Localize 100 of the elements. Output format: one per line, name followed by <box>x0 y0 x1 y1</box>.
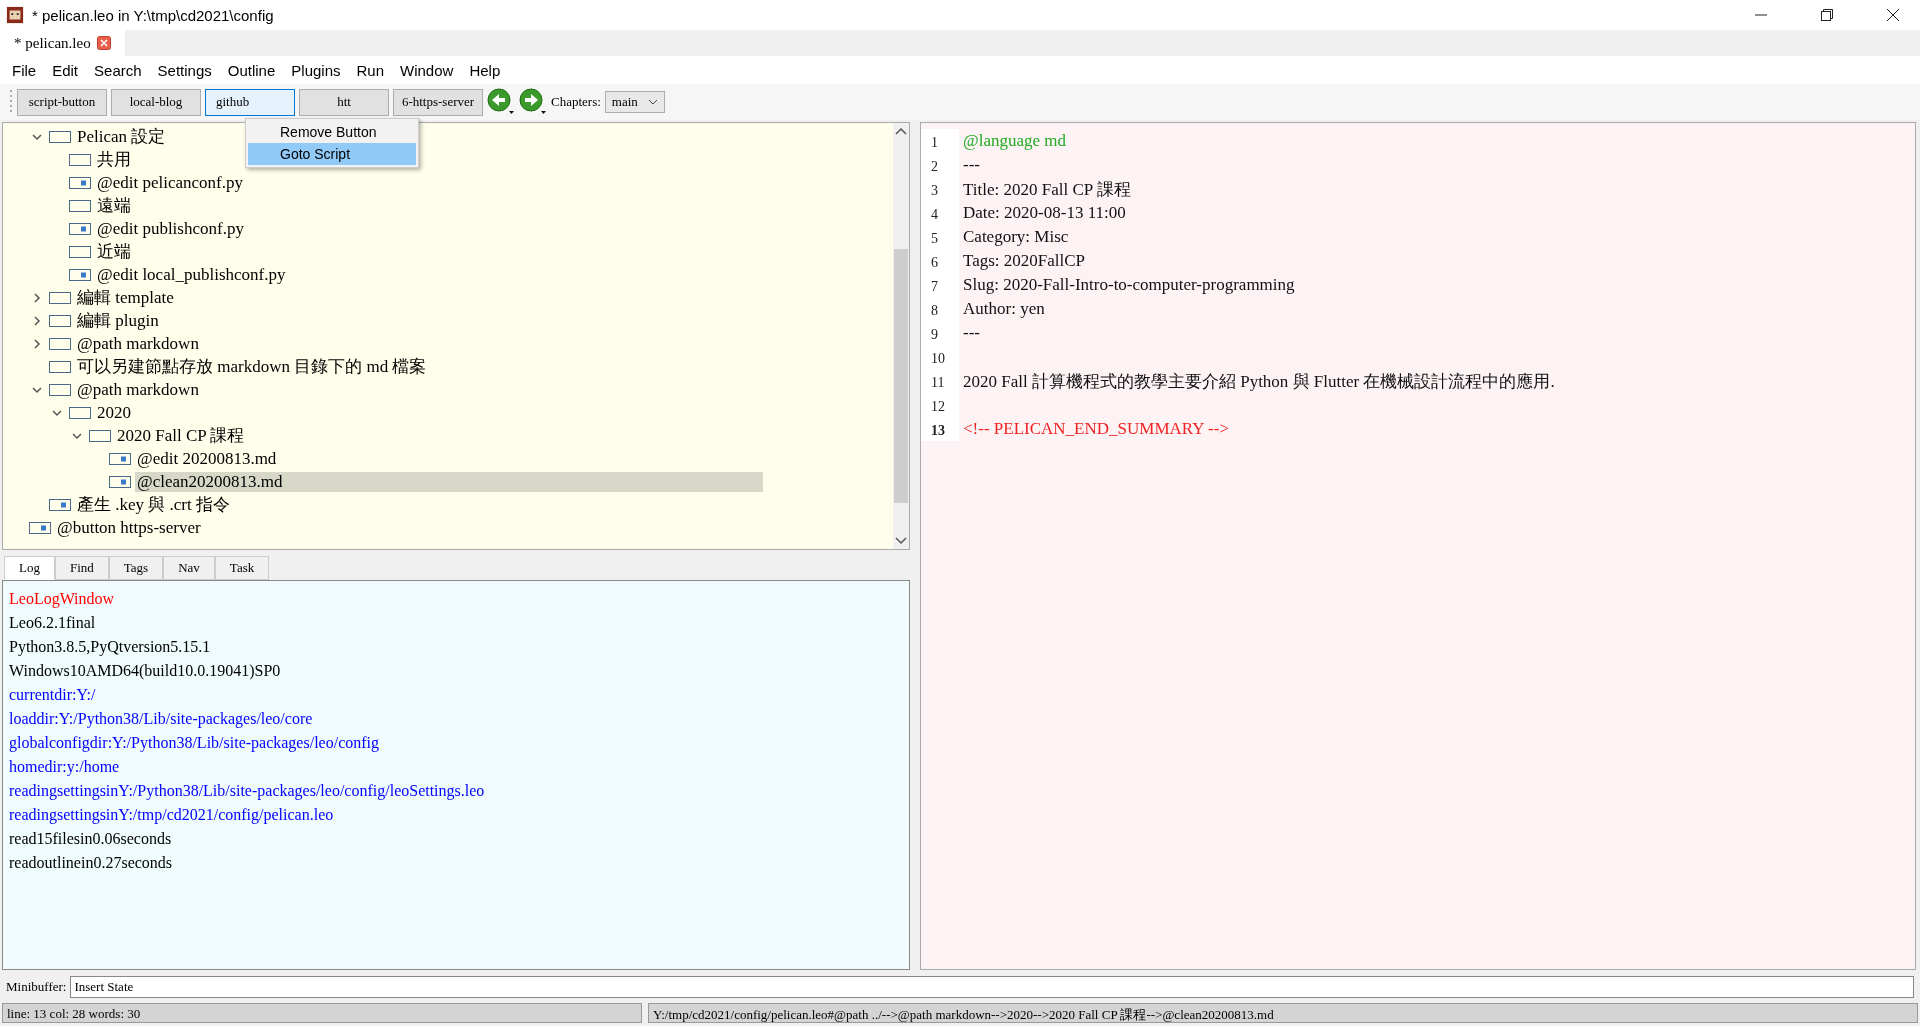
line-number: 11 <box>921 369 959 393</box>
log-line: currentdir:Y:/ <box>9 685 97 705</box>
log-line: readingsettingsinY:/Python38/Lib/site-packages/leo/config/leoSettings.leo <box>9 781 486 802</box>
file-node-icon <box>109 475 131 488</box>
scroll-thumb[interactable] <box>894 249 908 503</box>
script-button[interactable]: script-button <box>17 88 107 116</box>
forward-arrow-icon[interactable] <box>519 88 547 116</box>
tree-node[interactable]: Pelican 設定 <box>75 125 168 148</box>
menu-item[interactable]: Run <box>348 61 393 79</box>
code-line: --- <box>962 323 980 343</box>
back-arrow-icon[interactable] <box>487 88 515 116</box>
menu-item[interactable]: File <box>4 61 45 79</box>
tree-node[interactable]: @edit local_publishconf.py <box>95 264 288 285</box>
expand-right-icon[interactable] <box>31 291 43 304</box>
log-tab[interactable]: Find <box>54 556 109 580</box>
menu-item[interactable]: Outline <box>219 61 284 79</box>
menu-item[interactable]: Window <box>392 61 462 79</box>
log-line: LeoLogWindow <box>9 589 116 610</box>
tree-node[interactable]: 近端 <box>95 240 133 263</box>
tree-node[interactable]: 2020 <box>95 402 133 423</box>
code-line: 2020 Fall 計算機程式的教學主要介紹 Python 與 Flutter 在機械設計流程中的應用. <box>962 370 1555 393</box>
node-icon <box>69 406 91 419</box>
node-icon <box>69 245 91 258</box>
log-tab[interactable]: Nav <box>163 556 215 580</box>
caret-icon <box>647 99 658 105</box>
log-line: homedir:y:/home <box>9 757 121 778</box>
toolbar-grip-icon <box>10 89 13 115</box>
tree-node[interactable]: @path markdown <box>75 333 201 354</box>
close-icon[interactable] <box>1886 8 1900 22</box>
menu-item[interactable]: Search <box>86 61 150 79</box>
menu-item[interactable]: Remove Button <box>248 121 416 143</box>
node-icon <box>69 153 91 166</box>
tree-node[interactable]: @clean20200813.md <box>135 471 763 492</box>
code-line: <!-- PELICAN_END_SUMMARY --> <box>962 419 1229 439</box>
tree-node[interactable]: @edit 20200813.md <box>135 448 279 469</box>
scroll-down-icon[interactable] <box>895 537 907 545</box>
code-line: Author: yen <box>962 299 1045 319</box>
line-number: 5 <box>921 225 959 249</box>
node-icon <box>89 429 111 442</box>
expand-right-icon[interactable] <box>31 337 43 350</box>
node-icon <box>49 360 71 373</box>
line-number: 7 <box>921 273 959 297</box>
minibuffer-label: Minibuffer: <box>6 979 67 995</box>
log-line: Python3.8.5,PyQtversion5.15.1 <box>9 637 212 658</box>
file-node-icon <box>69 268 91 281</box>
tree-node[interactable]: 編輯 template <box>75 286 176 309</box>
chapter-dropdown[interactable]: main <box>604 91 665 113</box>
menu-item[interactable]: Help <box>461 61 509 79</box>
chapters-label: Chapters: <box>551 94 601 110</box>
document-tab[interactable]: * pelican.leo <box>0 30 125 56</box>
line-number: 8 <box>921 297 959 321</box>
log-line: loaddir:Y:/Python38/Lib/site-packages/leo/core <box>9 709 314 730</box>
script-button[interactable]: 6-https-server <box>393 88 483 116</box>
tree-node[interactable]: 遠端 <box>95 194 133 217</box>
script-button[interactable]: github <box>205 88 295 116</box>
file-node-icon <box>109 452 131 465</box>
log-line: readoutlinein0.27seconds <box>9 853 174 873</box>
tree-node[interactable]: 產生 .key 與 .crt 指令 <box>75 493 232 516</box>
log-line: Leo6.2.1final <box>9 613 97 633</box>
expand-right-icon[interactable] <box>31 314 43 327</box>
tree-node[interactable]: 編輯 plugin <box>75 309 161 332</box>
menu-item[interactable]: Goto Script <box>248 143 416 165</box>
node-icon <box>49 383 71 396</box>
restore-icon[interactable] <box>1820 8 1834 22</box>
tree-node[interactable]: @path markdown <box>75 379 201 400</box>
menu-item[interactable]: Edit <box>44 61 87 79</box>
menu-item[interactable]: Plugins <box>283 61 349 79</box>
tree-node[interactable]: @button https-server <box>55 517 203 538</box>
scrollbar[interactable] <box>893 123 909 549</box>
tree-node[interactable]: 可以另建節點存放 markdown 目錄下的 md 檔案 <box>75 355 429 378</box>
log-tab[interactable]: Tags <box>108 556 164 580</box>
log-line: read15filesin0.06seconds <box>9 829 173 849</box>
line-number: 9 <box>921 321 959 345</box>
status-field: line: 13 col: 28 words: 30 <box>2 1003 642 1023</box>
code-line: Tags: 2020FallCP <box>962 251 1086 271</box>
log-line: Windows10AMD64(build10.0.19041)SP0 <box>9 661 282 682</box>
tree-node[interactable]: 共用 <box>95 148 133 171</box>
line-number: 12 <box>921 393 959 417</box>
node-icon <box>69 199 91 212</box>
script-button[interactable]: htt <box>299 88 389 116</box>
line-number: 1 <box>921 129 959 153</box>
file-node-icon <box>69 176 91 189</box>
scroll-up-icon[interactable] <box>895 127 907 135</box>
file-node-icon <box>49 498 71 511</box>
line-number: 6 <box>921 249 959 273</box>
tree-node[interactable]: 2020 Fall CP 課程 <box>115 424 247 447</box>
menu-item[interactable]: Settings <box>149 61 220 79</box>
log-tab[interactable]: Task <box>214 556 270 580</box>
log-line: globalconfigdir:Y:/Python38/Lib/site-packages/leo/config <box>9 733 380 754</box>
node-icon <box>49 337 71 350</box>
tree-node[interactable]: @edit pelicanconf.py <box>95 172 245 193</box>
script-button[interactable]: local-blog <box>111 88 201 116</box>
code-line: Date: 2020-08-13 11:00 <box>962 203 1126 223</box>
tree-node[interactable]: @edit publishconf.py <box>95 218 246 239</box>
line-number: 3 <box>921 177 959 201</box>
code-line: @language md <box>962 131 1066 151</box>
code-line: --- <box>962 155 980 175</box>
log-tab[interactable]: Log <box>4 556 55 580</box>
minibuffer-field[interactable]: Insert State <box>70 976 1914 998</box>
node-icon <box>49 314 71 327</box>
